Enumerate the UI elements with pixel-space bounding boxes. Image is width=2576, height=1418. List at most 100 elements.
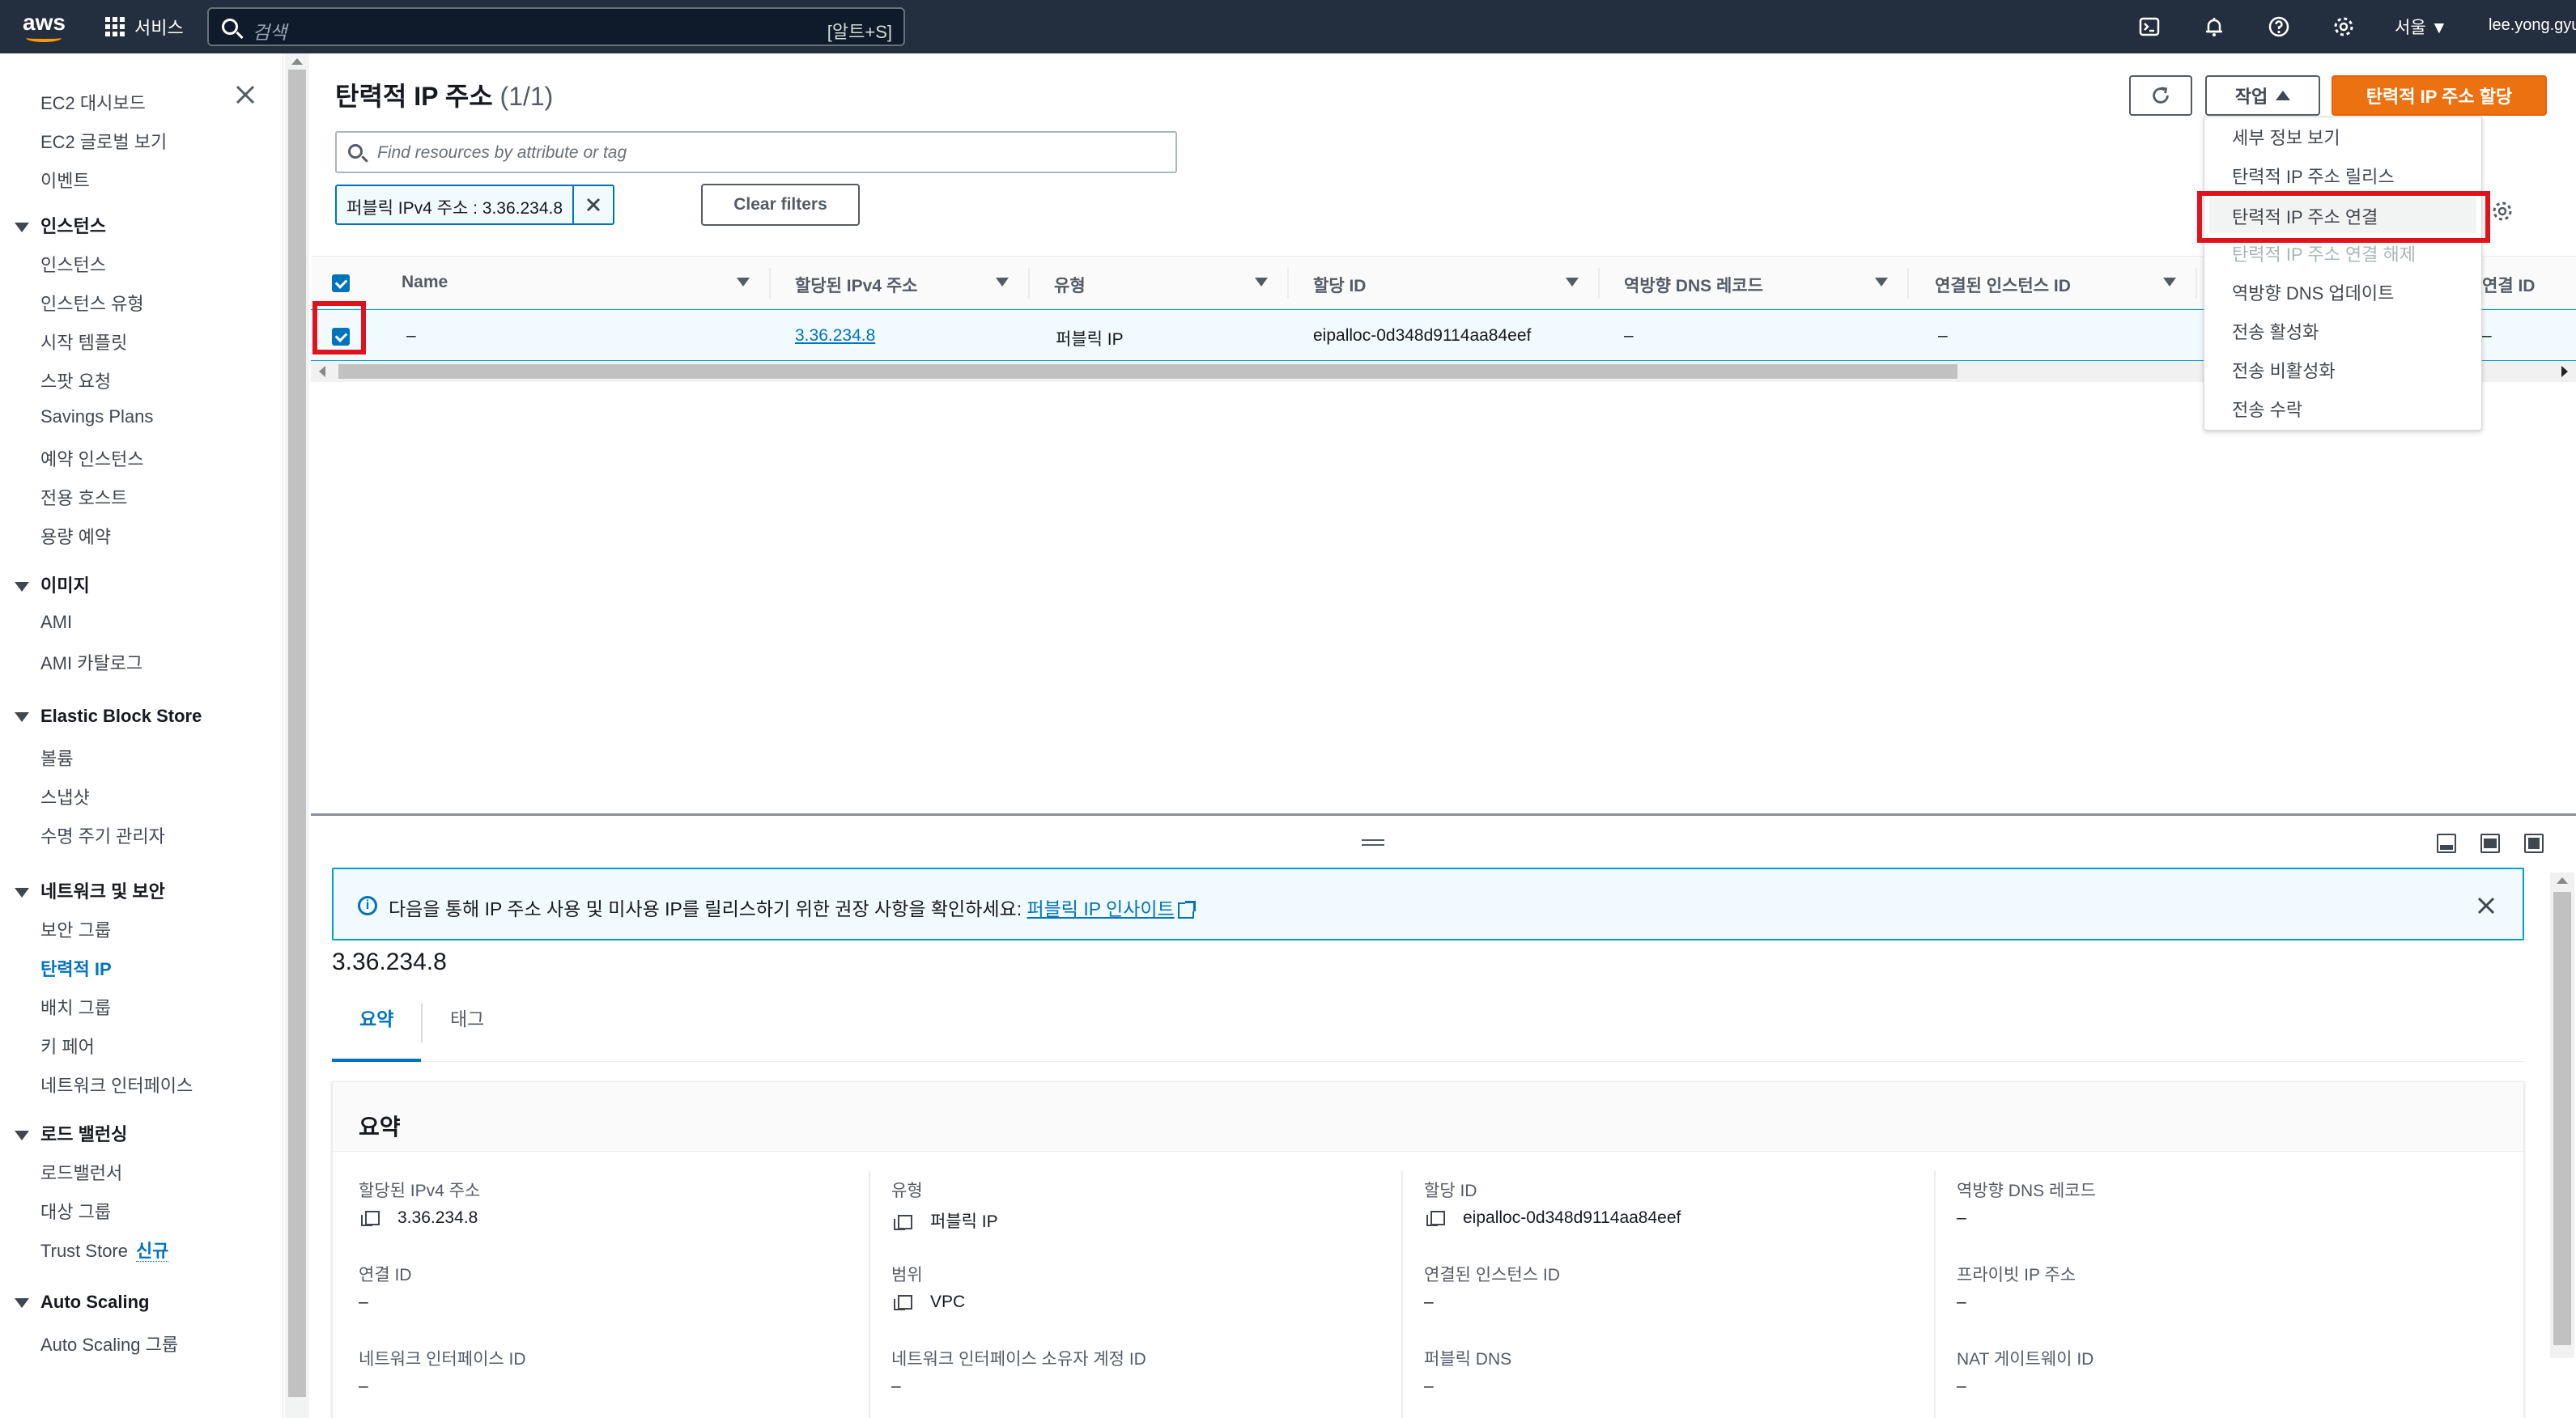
actions-menu-item[interactable]: 전송 수락 bbox=[2232, 396, 2302, 422]
sidebar-item[interactable]: EC2 대시보드 bbox=[40, 89, 146, 115]
tab-summary[interactable]: 요약 bbox=[359, 1004, 393, 1031]
scrollbar-thumb[interactable] bbox=[288, 70, 306, 1397]
sidebar-item[interactable]: Savings Plans bbox=[40, 406, 153, 427]
cloudshell-icon[interactable] bbox=[2137, 15, 2162, 39]
sidebar-item[interactable]: 인스턴스 bbox=[40, 251, 106, 277]
panel-bottom-icon[interactable] bbox=[2437, 834, 2456, 853]
cell-ipv4-link[interactable]: 3.36.234.8 bbox=[795, 326, 875, 345]
external-link-icon[interactable] bbox=[1177, 900, 1196, 919]
copy-icon[interactable] bbox=[1426, 1211, 1445, 1227]
sidebar-item[interactable]: 배치 그룹 bbox=[40, 994, 111, 1020]
sidebar-item[interactable]: Auto Scaling 그룹 bbox=[40, 1331, 178, 1356]
sidebar-item[interactable]: 스냅샷 bbox=[40, 783, 90, 809]
sidebar-item[interactable]: 대상 그룹 bbox=[40, 1198, 111, 1224]
sort-down-icon[interactable] bbox=[737, 278, 750, 287]
sidebar-section-header[interactable]: 로드 밸런싱 bbox=[15, 1120, 127, 1146]
table-preferences-gear-icon[interactable] bbox=[2490, 199, 2514, 223]
sidebar-item[interactable]: 탄력적 IP bbox=[40, 955, 112, 981]
sort-down-icon[interactable] bbox=[2163, 278, 2176, 287]
sidebar-item[interactable]: 네트워크 인터페이스 bbox=[40, 1072, 193, 1097]
split-panel-divider[interactable] bbox=[311, 813, 2576, 816]
panel-side-icon[interactable] bbox=[2480, 834, 2500, 853]
actions-dropdown-button[interactable]: 작업 bbox=[2205, 75, 2320, 116]
sidebar-item[interactable]: 전용 호스트 bbox=[40, 484, 127, 510]
panel-maximize-icon[interactable] bbox=[2524, 834, 2544, 853]
copy-icon[interactable] bbox=[894, 1215, 912, 1231]
actions-menu-item[interactable]: 역방향 DNS 업데이트 bbox=[2232, 279, 2394, 305]
resource-filter-input[interactable]: Find resources by attribute or tag bbox=[335, 131, 1177, 173]
region-selector[interactable]: 서울 ▼ bbox=[2395, 15, 2447, 39]
refresh-button[interactable] bbox=[2129, 75, 2192, 116]
select-all-checkbox[interactable] bbox=[332, 274, 350, 292]
sidebar-item[interactable]: 수명 주기 관리자 bbox=[40, 822, 165, 848]
column-header-reverse-dns[interactable]: 역방향 DNS 레코드 bbox=[1624, 273, 1763, 297]
sidebar-item[interactable]: 인스턴스 유형 bbox=[40, 290, 144, 316]
field-label: 유형 bbox=[891, 1182, 923, 1200]
public-ip-insights-link[interactable]: 퍼블릭 IP 인사이트 bbox=[1027, 898, 1174, 919]
actions-menu-item[interactable]: 전송 활성화 bbox=[2232, 318, 2319, 344]
notifications-bell-icon[interactable] bbox=[2202, 15, 2226, 39]
column-header-association-id[interactable]: 연결 ID bbox=[2482, 273, 2535, 297]
settings-gear-icon[interactable] bbox=[2332, 15, 2356, 39]
scroll-right-arrow-icon[interactable] bbox=[2561, 366, 2568, 377]
column-header-ipv4[interactable]: 할당된 IPv4 주소 bbox=[795, 273, 917, 297]
sidebar-item[interactable]: 예약 인스턴스 bbox=[40, 445, 144, 471]
scroll-up-arrow-icon[interactable] bbox=[291, 58, 303, 65]
details-scrollbar[interactable] bbox=[2550, 872, 2574, 1358]
sidebar-item[interactable]: 보안 그룹 bbox=[40, 916, 111, 942]
actions-menu-item[interactable]: 전송 비활성화 bbox=[2232, 357, 2336, 383]
info-icon: i bbox=[358, 896, 377, 915]
sort-down-icon[interactable] bbox=[996, 278, 1009, 287]
copy-icon[interactable] bbox=[894, 1295, 912, 1311]
sidebar-section-header[interactable]: Auto Scaling bbox=[15, 1292, 149, 1313]
sort-down-icon[interactable] bbox=[1875, 278, 1888, 287]
sidebar-item[interactable]: 이벤트 bbox=[40, 167, 90, 193]
sidebar-section-header[interactable]: 인스턴스 bbox=[15, 212, 106, 238]
help-icon[interactable] bbox=[2267, 15, 2291, 39]
sidebar-item[interactable]: 키 페어 bbox=[40, 1033, 95, 1059]
sidebar-item[interactable]: AMI 카탈로그 bbox=[40, 649, 142, 675]
remove-filter-icon[interactable] bbox=[574, 186, 613, 223]
filter-token[interactable]: 퍼블릭 IPv4 주소 : 3.36.234.8 bbox=[335, 185, 615, 225]
column-header-type[interactable]: 유형 bbox=[1054, 273, 1086, 297]
sidebar-item[interactable]: 시작 템플릿 bbox=[40, 329, 127, 354]
scrollbar-thumb[interactable] bbox=[338, 364, 1958, 379]
tab-tags[interactable]: 태그 bbox=[450, 1004, 484, 1031]
sidebar-item[interactable]: 스팟 요청 bbox=[40, 367, 111, 393]
allocate-elastic-ip-button[interactable]: 탄력적 IP 주소 할당 bbox=[2332, 75, 2547, 116]
services-menu-button[interactable]: 서비스 bbox=[105, 13, 184, 40]
column-header-name[interactable]: Name bbox=[402, 273, 448, 292]
copy-icon[interactable] bbox=[361, 1211, 380, 1227]
scroll-left-arrow-icon[interactable] bbox=[319, 366, 325, 377]
sidebar-item[interactable]: 용량 예약 bbox=[40, 523, 111, 549]
global-search-input[interactable]: 검색 [알트+S] bbox=[207, 7, 905, 46]
close-sidebar-icon[interactable] bbox=[232, 81, 259, 108]
field-value-text: – bbox=[359, 1377, 368, 1395]
sidebar-section-header[interactable]: 이미지 bbox=[15, 571, 90, 597]
column-header-allocation-id[interactable]: 할당 ID bbox=[1313, 273, 1366, 297]
actions-menu-item[interactable]: 탄력적 IP 주소 릴리스 bbox=[2232, 163, 2395, 189]
scroll-up-arrow-icon[interactable] bbox=[2557, 877, 2568, 884]
account-menu[interactable]: lee.yong.gyu bbox=[2489, 16, 2576, 35]
field-label: NAT 게이트웨이 ID bbox=[1957, 1350, 2094, 1369]
actions-menu-item[interactable]: 세부 정보 보기 bbox=[2232, 124, 2340, 150]
sidebar-item[interactable]: Trust Store 신규 bbox=[40, 1237, 169, 1263]
dismiss-alert-icon[interactable] bbox=[2474, 894, 2498, 918]
sidebar-item-label: 시작 템플릿 bbox=[40, 333, 128, 353]
scrollbar-thumb[interactable] bbox=[2553, 892, 2571, 1345]
sidebar-item[interactable]: 로드밸런서 bbox=[40, 1159, 122, 1185]
drag-handle-icon[interactable] bbox=[1362, 839, 1384, 846]
clear-filters-button[interactable]: Clear filters bbox=[701, 184, 860, 226]
sidebar-scrollbar[interactable] bbox=[285, 53, 309, 1418]
sidebar-section-header[interactable]: Elastic Block Store bbox=[15, 706, 202, 727]
sort-down-icon[interactable] bbox=[1255, 278, 1268, 287]
sidebar-item[interactable]: EC2 글로벌 보기 bbox=[40, 128, 167, 154]
sidebar-item[interactable]: AMI bbox=[40, 612, 72, 633]
refresh-icon bbox=[2153, 87, 2169, 104]
sidebar-section-header[interactable]: 네트워크 및 보안 bbox=[15, 877, 165, 903]
column-header-instance-id[interactable]: 연결된 인스턴스 ID bbox=[1935, 273, 2071, 297]
sidebar-item[interactable]: 볼륨 bbox=[40, 745, 73, 771]
aws-logo[interactable]: aws bbox=[23, 10, 68, 42]
sort-down-icon[interactable] bbox=[1566, 278, 1579, 287]
info-alert: i 다음을 통해 IP 주소 사용 및 미사용 IP를 릴리스하기 위한 권장 … bbox=[332, 868, 2524, 940]
